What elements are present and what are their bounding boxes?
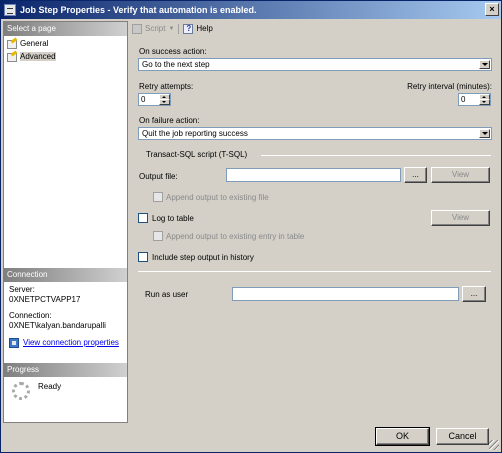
on-failure-label: On failure action:: [139, 116, 200, 125]
chevron-down-icon[interactable]: [479, 129, 490, 138]
retry-interval-stepper[interactable]: 0: [458, 93, 491, 106]
output-file-input[interactable]: [226, 168, 401, 182]
progress-spinner-icon: [12, 382, 30, 400]
page-icon: [7, 52, 17, 62]
on-success-select[interactable]: Go to the next step: [138, 58, 492, 71]
connection-header: Connection: [4, 268, 127, 282]
progress-header: Progress: [4, 363, 127, 377]
retry-attempts-value: 0: [141, 95, 146, 104]
output-file-label: Output file:: [139, 172, 178, 181]
log-table-view-button[interactable]: View: [431, 210, 490, 226]
window-icon: [4, 4, 16, 16]
script-label: Script: [145, 24, 166, 33]
ok-label: OK: [395, 431, 409, 441]
script-button[interactable]: Script ▼: [132, 23, 175, 34]
connection-value: 0XNET\kalyan.bandarupalli: [9, 321, 106, 330]
toolbar: Script ▼ Help: [129, 21, 501, 36]
view-connection-properties-link[interactable]: View connection properties: [9, 338, 127, 348]
include-history-label: Include step output in history: [152, 253, 254, 262]
retry-attempts-stepper[interactable]: 0: [138, 93, 171, 106]
left-pane: Select a page General Advanced Connectio…: [3, 21, 128, 423]
server-label: Server:: [9, 285, 35, 294]
log-to-table-checkbox[interactable]: [138, 213, 148, 223]
ok-button[interactable]: OK: [375, 427, 430, 446]
help-icon: [183, 23, 194, 34]
browse-label: ...: [412, 170, 419, 179]
view-connection-properties-label: View connection properties: [23, 338, 119, 347]
page-item-advanced[interactable]: Advanced: [4, 50, 127, 62]
toolbar-divider: [178, 23, 180, 34]
output-file-view-button[interactable]: View: [431, 167, 490, 183]
chevron-down-icon[interactable]: [479, 60, 490, 69]
page-item-label: Advanced: [20, 51, 56, 61]
connection-label: Connection:: [9, 311, 52, 320]
on-success-value: Go to the next step: [142, 60, 210, 69]
progress-status: Ready: [38, 382, 62, 391]
log-to-table-label: Log to table: [152, 214, 194, 223]
append-output-label: Append output to existing file: [166, 193, 269, 202]
chevron-down-icon: ▼: [168, 25, 175, 32]
view-label: View: [451, 170, 470, 179]
output-file-browse-button[interactable]: ...: [404, 167, 427, 183]
advanced-page-content: Script ▼ Help On success action: Go to t…: [129, 21, 501, 423]
resize-grip-icon[interactable]: [489, 440, 499, 450]
connection-info: Server: 0XNETPCTVAPP17 Connection: 0XNET…: [9, 285, 127, 348]
server-value: 0XNETPCTVAPP17: [9, 295, 81, 304]
on-success-label: On success action:: [139, 47, 207, 56]
run-as-browse-button[interactable]: ...: [462, 286, 486, 302]
on-failure-select[interactable]: Quit the job reporting success: [138, 127, 492, 140]
page-icon: [7, 39, 17, 49]
script-icon: [132, 23, 142, 34]
select-page-header: Select a page: [4, 22, 127, 36]
browse-label: ...: [470, 289, 478, 298]
page-item-label: General: [20, 38, 49, 48]
section-divider: [138, 271, 491, 272]
tsql-group-label: Transact-SQL script (T-SQL): [146, 150, 248, 159]
help-button[interactable]: Help: [183, 23, 213, 34]
on-failure-value: Quit the job reporting success: [142, 129, 248, 138]
job-step-properties-window: Job Step Properties - Verify that automa…: [0, 0, 502, 453]
close-button[interactable]: ×: [485, 3, 499, 16]
stepper-down-icon[interactable]: [479, 99, 490, 105]
connection-properties-icon: [9, 338, 19, 348]
view-label: View: [451, 213, 470, 222]
retry-interval-value: 0: [461, 95, 466, 104]
group-divider: [261, 155, 491, 156]
retry-attempts-label: Retry attempts:: [139, 82, 194, 91]
page-item-general[interactable]: General: [4, 37, 127, 49]
cancel-button[interactable]: Cancel: [436, 428, 489, 445]
append-table-label: Append output to existing entry in table: [166, 232, 305, 241]
cancel-label: Cancel: [448, 431, 477, 441]
retry-interval-label: Retry interval (minutes):: [407, 82, 492, 91]
run-as-label: Run as user: [145, 290, 189, 299]
stepper-down-icon[interactable]: [159, 99, 170, 105]
run-as-input[interactable]: [232, 287, 459, 301]
append-table-checkbox[interactable]: [153, 231, 163, 241]
append-output-checkbox[interactable]: [153, 192, 163, 202]
help-label: Help: [196, 24, 213, 33]
window-title: Job Step Properties - Verify that automa…: [20, 5, 257, 15]
title-bar[interactable]: Job Step Properties - Verify that automa…: [1, 1, 501, 19]
include-history-checkbox[interactable]: [138, 252, 148, 262]
